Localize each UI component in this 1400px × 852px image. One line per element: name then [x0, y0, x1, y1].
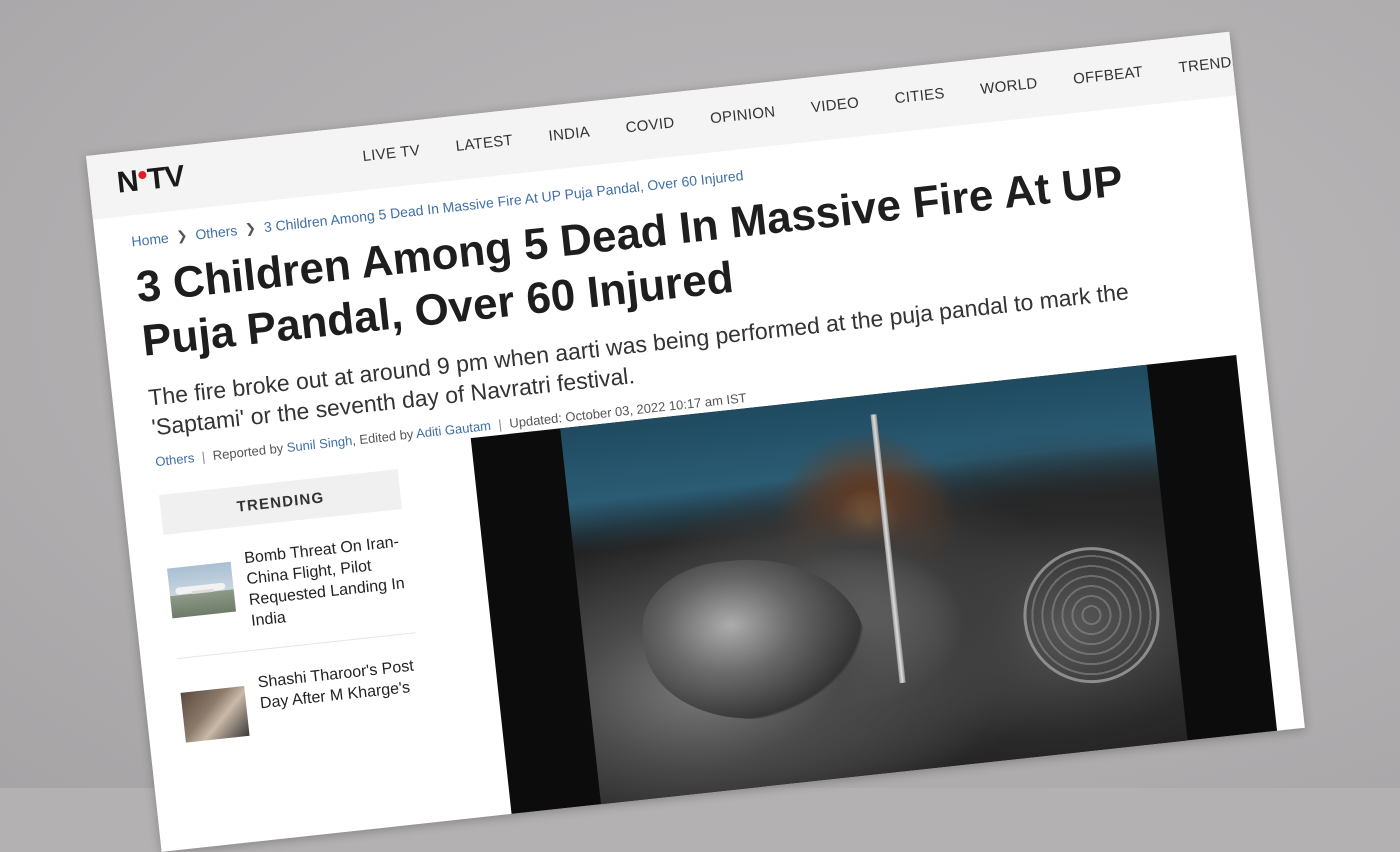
nav-item-cities[interactable]: CITIES	[894, 85, 946, 107]
chevron-right-icon: ❯	[244, 220, 257, 237]
nav-item-opinion[interactable]: OPINION	[709, 103, 776, 127]
trending-header: TRENDING	[159, 469, 402, 535]
burnt-debris-image	[636, 547, 873, 731]
logo-text-left: N	[115, 164, 140, 200]
article-page: N TV LIVE TV LATEST INDIA COVID OPINION …	[86, 31, 1305, 852]
fan-image	[1016, 540, 1167, 691]
byline-category-link[interactable]: Others	[155, 450, 195, 469]
byline-reported-by-label: Reported by	[211, 440, 284, 464]
logo-red-dot	[137, 170, 147, 180]
byline-reporter-link[interactable]: Sunil Singh	[286, 433, 353, 455]
breadcrumb-section[interactable]: Others	[195, 222, 238, 242]
nav-item-live-tv[interactable]: LIVE TV	[362, 142, 421, 165]
airplane-thumbnail[interactable]	[167, 561, 237, 619]
trending-sidebar: TRENDING Bomb Threat On Iran-China Fligh…	[159, 463, 484, 743]
nav-item-india[interactable]: INDIA	[548, 123, 591, 144]
byline-divider: |	[200, 448, 206, 465]
ndtv-logo[interactable]: N TV	[115, 160, 185, 201]
breadcrumb-home[interactable]: Home	[131, 230, 170, 250]
chevron-right-icon: ❯	[175, 227, 189, 244]
byline-divider: |	[497, 416, 503, 432]
trending-item[interactable]: Bomb Threat On Iran-China Flight, Pilot …	[166, 524, 473, 640]
nav-item-video[interactable]: VIDEO	[810, 94, 860, 116]
nav-item-world[interactable]: WORLD	[980, 75, 1039, 98]
logo-text-right: TV	[145, 159, 186, 197]
trending-item-title[interactable]: Shashi Tharoor's Post Day After M Kharge…	[257, 654, 431, 714]
nav-item-offbeat[interactable]: OFFBEAT	[1072, 63, 1144, 87]
trending-item-title[interactable]: Bomb Threat On Iran-China Flight, Pilot …	[243, 530, 421, 632]
trending-divider	[176, 632, 416, 660]
nav-item-covid[interactable]: COVID	[625, 114, 676, 136]
metal-pole-image	[870, 414, 906, 684]
nav-item-latest[interactable]: LATEST	[455, 132, 514, 155]
people-thumbnail[interactable]	[180, 686, 250, 743]
byline-edited-by-label: , Edited by	[351, 426, 415, 448]
trending-item[interactable]: Shashi Tharoor's Post Day After M Kharge…	[179, 649, 484, 743]
